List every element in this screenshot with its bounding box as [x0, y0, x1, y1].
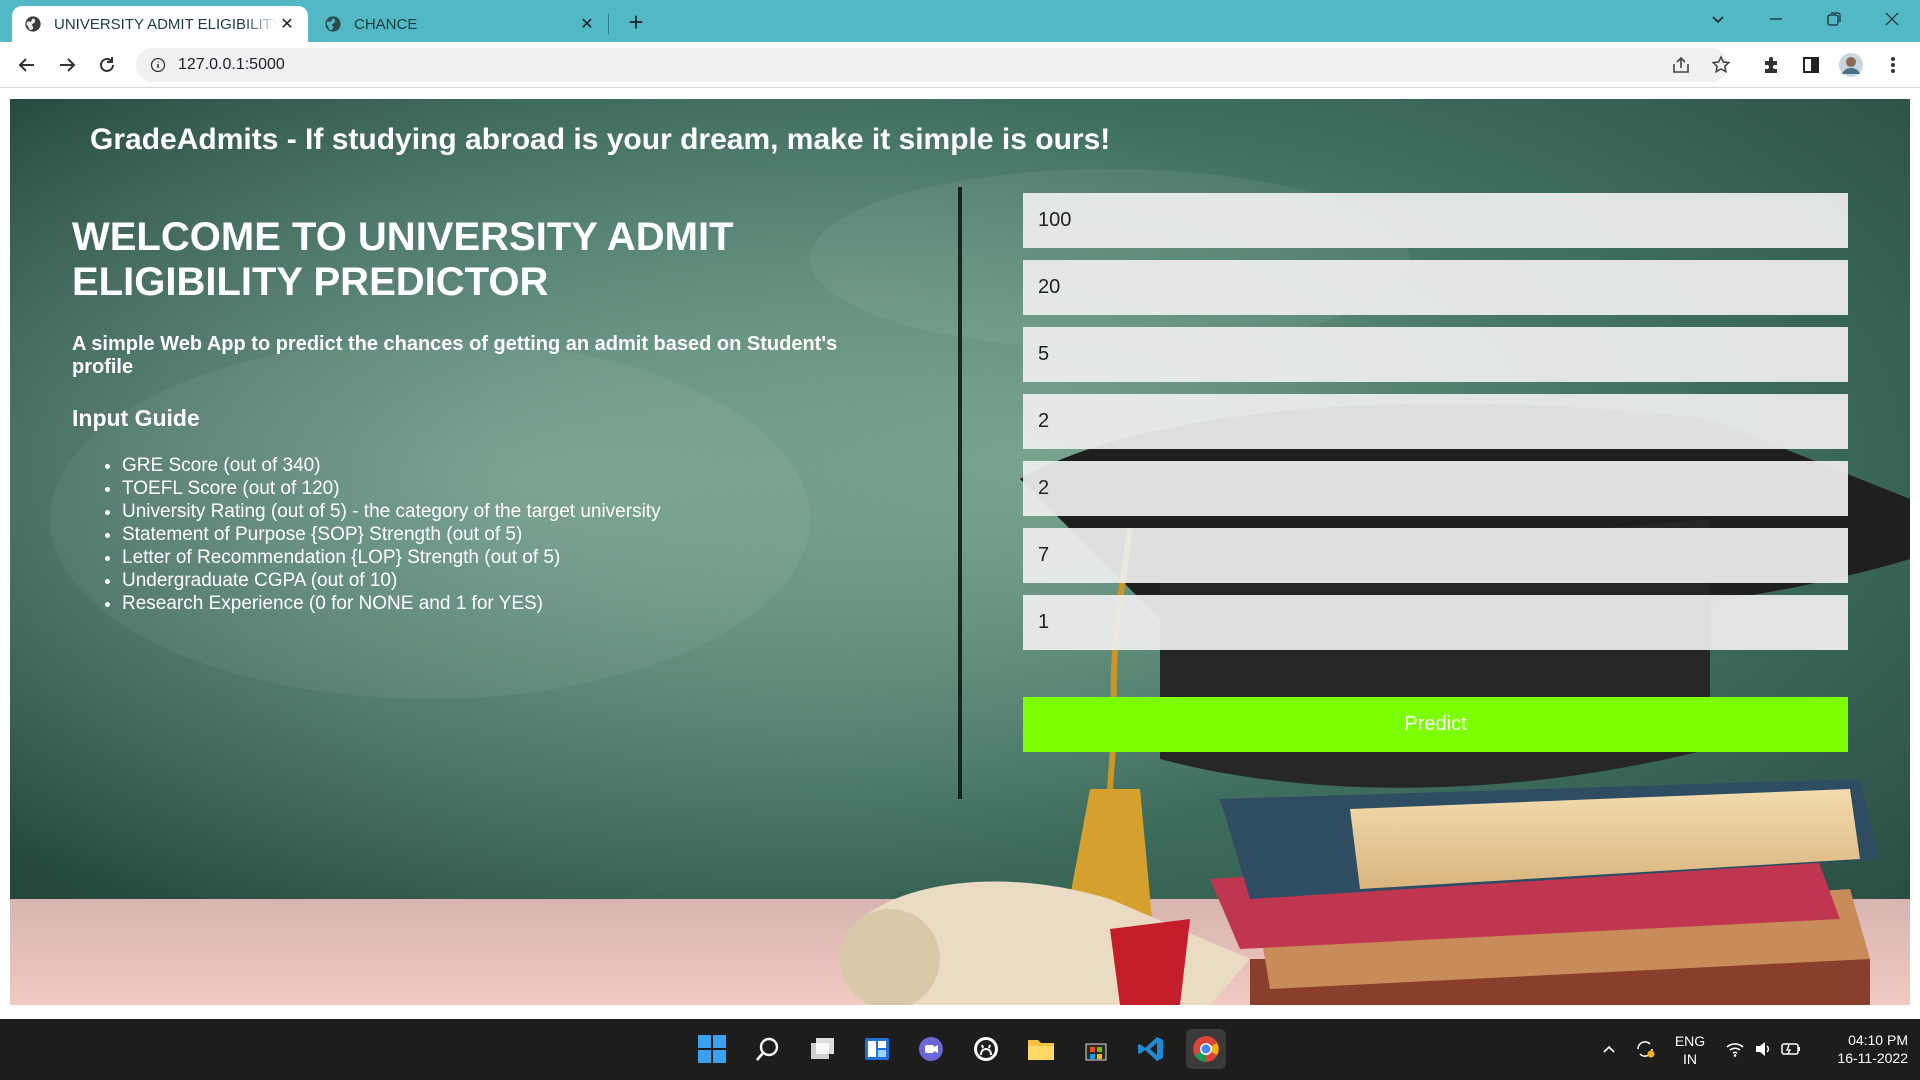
- page-viewport: GradeAdmits - If studying abroad is your…: [0, 89, 1920, 1019]
- app-description: A simple Web App to predict the chances …: [72, 333, 838, 378]
- new-tab-button[interactable]: +: [622, 8, 650, 36]
- clock-date: 16-11-2022: [1837, 1050, 1908, 1066]
- cgpa-input[interactable]: [1023, 528, 1848, 583]
- widgets-icon[interactable]: [857, 1029, 897, 1069]
- address-bar[interactable]: 127.0.0.1:5000: [136, 48, 1728, 82]
- close-tab-icon[interactable]: ✕: [578, 15, 596, 33]
- language-code: ENG: [1674, 1033, 1706, 1049]
- language-indicator[interactable]: ENG IN: [1668, 1032, 1712, 1068]
- sop-strength-input[interactable]: [1023, 394, 1848, 449]
- lor-strength-input[interactable]: [1023, 461, 1848, 516]
- intro-column: WELCOME TO UNIVERSITY ADMIT ELIGIBILITY …: [72, 215, 892, 615]
- page-title: WELCOME TO UNIVERSITY ADMIT ELIGIBILITY …: [72, 215, 734, 304]
- tab-title: UNIVERSITY ADMIT ELIGIBILITY PREDICTOR: [54, 15, 278, 33]
- close-tab-icon[interactable]: ✕: [278, 15, 296, 33]
- restore-icon[interactable]: [1806, 0, 1862, 38]
- tab-university-admit[interactable]: UNIVERSITY ADMIT ELIGIBILITY PREDICTOR ✕: [12, 6, 308, 42]
- brand-tagline: GradeAdmits - If studying abroad is your…: [90, 123, 1111, 156]
- guide-item: Statement of Purpose {SOP} Strength (out…: [122, 523, 892, 546]
- task-view-icon[interactable]: [802, 1029, 842, 1069]
- forward-icon[interactable]: [52, 50, 82, 80]
- column-divider: [958, 187, 962, 799]
- gre-score-input[interactable]: [1023, 193, 1848, 248]
- region-code: IN: [1683, 1051, 1697, 1067]
- guide-item: Letter of Recommendation {LOP} Strength …: [122, 546, 892, 569]
- clock[interactable]: 04:10 PM 16-11-2022: [1816, 1031, 1908, 1067]
- side-panel-icon[interactable]: [1798, 52, 1824, 78]
- teams-chat-icon[interactable]: [911, 1029, 951, 1069]
- prediction-form: Predict: [1023, 193, 1848, 752]
- minimize-icon[interactable]: [1748, 0, 1804, 38]
- browser-toolbar: 127.0.0.1:5000: [0, 42, 1920, 88]
- url-text: 127.0.0.1:5000: [178, 56, 285, 73]
- extensions-icon[interactable]: [1758, 52, 1784, 78]
- back-icon[interactable]: [12, 50, 42, 80]
- browser-tab-strip: UNIVERSITY ADMIT ELIGIBILITY PREDICTOR ✕…: [0, 0, 1920, 42]
- guide-item: Research Experience (0 for NONE and 1 fo…: [122, 592, 892, 615]
- guide-item: TOEFL Score (out of 120): [122, 477, 892, 500]
- volume-icon[interactable]: [1748, 1029, 1778, 1069]
- input-guide-list: GRE Score (out of 340) TOEFL Score (out …: [72, 454, 892, 615]
- close-window-icon[interactable]: [1864, 0, 1920, 38]
- windows-start-icon[interactable]: [692, 1029, 732, 1069]
- profile-avatar[interactable]: [1838, 52, 1864, 78]
- chrome-icon[interactable]: [1186, 1029, 1226, 1069]
- share-icon[interactable]: [1668, 52, 1694, 78]
- site-info-icon[interactable]: [150, 57, 166, 73]
- sync-icon[interactable]: [1630, 1029, 1660, 1069]
- github-icon[interactable]: [966, 1029, 1006, 1069]
- search-icon[interactable]: [748, 1029, 788, 1069]
- clock-time: 04:10 PM: [1848, 1032, 1908, 1048]
- input-guide-heading: Input Guide: [72, 405, 200, 431]
- wifi-icon[interactable]: [1720, 1029, 1750, 1069]
- hero-section: GradeAdmits - If studying abroad is your…: [10, 99, 1910, 1005]
- tab-chance[interactable]: CHANCE ✕: [312, 6, 608, 42]
- toefl-score-input[interactable]: [1023, 260, 1848, 315]
- guide-item: Undergraduate CGPA (out of 10): [122, 569, 892, 592]
- globe-icon: [325, 16, 341, 32]
- microsoft-store-icon[interactable]: [1076, 1029, 1116, 1069]
- predict-button[interactable]: Predict: [1023, 697, 1848, 752]
- reload-icon[interactable]: [92, 50, 122, 80]
- tab-search-icon[interactable]: [1690, 0, 1746, 38]
- guide-item: University Rating (out of 5) - the categ…: [122, 500, 892, 523]
- windows-taskbar: ENG IN 04:10 PM 16-11-2022: [0, 1019, 1920, 1080]
- file-explorer-icon[interactable]: [1021, 1029, 1061, 1069]
- battery-icon[interactable]: [1776, 1029, 1806, 1069]
- vscode-icon[interactable]: [1131, 1029, 1171, 1069]
- research-experience-input[interactable]: [1023, 595, 1848, 650]
- university-rating-input[interactable]: [1023, 327, 1848, 382]
- globe-icon: [25, 16, 41, 32]
- tab-separator: [608, 14, 609, 34]
- tab-title: CHANCE: [354, 15, 418, 33]
- menu-kebab-icon[interactable]: [1880, 52, 1906, 78]
- show-hidden-icons-icon[interactable]: [1594, 1029, 1624, 1069]
- guide-item: GRE Score (out of 340): [122, 454, 892, 477]
- bookmark-star-icon[interactable]: [1708, 52, 1734, 78]
